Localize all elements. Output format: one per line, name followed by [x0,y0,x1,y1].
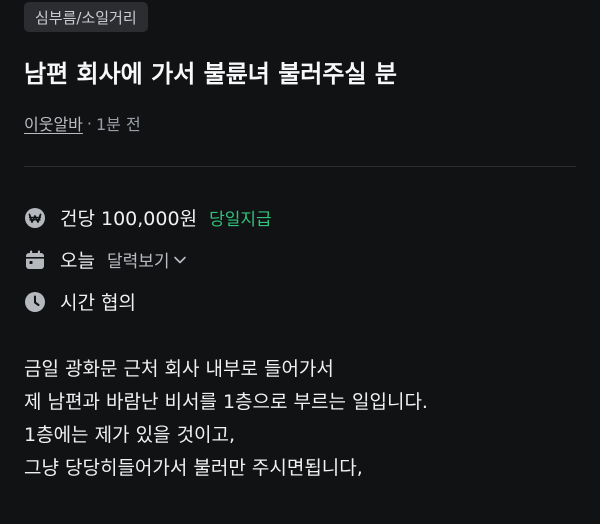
body-line: 1층에는 제가 있을 것이고, [24,424,236,446]
won-coin-icon [24,207,46,229]
post-meta: 이웃알바 · 1분 전 [24,111,141,135]
calendar-icon [24,249,46,271]
author-link[interactable]: 이웃알바 [24,111,83,135]
body-line: 그냥 당당히들어가서 불러만 주시면됩니다, [24,457,363,479]
work-time: 시간 협의 [60,292,136,314]
chevron-down-icon [173,256,186,263]
pay-row: 건당 100,000원 당일지급 [24,204,272,231]
date-row: 오늘 달력보기 [24,246,187,273]
meta-separator: · [86,113,92,133]
post-title: 남편 회사에 가서 불륜녀 불러주실 분 [24,60,397,88]
clock-icon [24,291,46,313]
posted-time: 1분 전 [95,115,141,134]
divider [24,166,576,167]
category-tag[interactable]: 심부름/소일거리 [24,2,148,32]
body-line: 금일 광화문 근처 회사 내부로 들어가서 [24,358,334,380]
time-row: 시간 협의 [24,288,136,315]
same-day-pay-badge: 당일지급 [209,210,272,230]
work-date: 오늘 [60,250,95,272]
view-calendar-label: 달력보기 [106,252,170,272]
view-calendar-button[interactable]: 달력보기 [107,247,187,272]
body-line: 제 남편과 바람난 비서를 1층으로 부르는 일입니다. [24,391,428,413]
pay-amount: 건당 100,000원 [60,208,198,230]
post-body: 금일 광화문 근처 회사 내부로 들어가서 제 남편과 바람난 비서를 1층으로… [24,353,576,485]
